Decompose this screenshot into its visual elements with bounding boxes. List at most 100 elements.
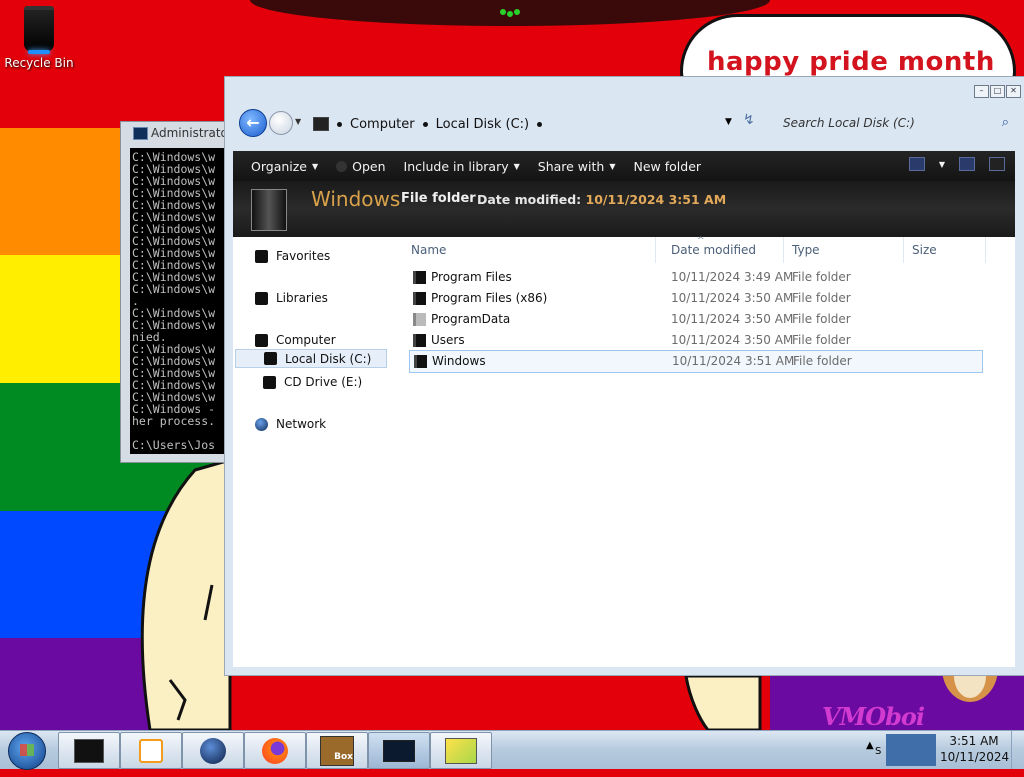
view-options-dropdown[interactable]: ▼ <box>939 160 945 169</box>
network-tray-icon[interactable] <box>886 734 936 766</box>
search-placeholder: Search Local Disk (C:) <box>783 116 915 130</box>
nav-libraries[interactable]: Libraries <box>255 291 328 305</box>
library-icon <box>255 291 268 305</box>
content-pane: Favorites Libraries Computer Local Disk … <box>233 236 1015 667</box>
nav-cd-drive-label: CD Drive (E:) <box>284 375 363 389</box>
column-divider[interactable] <box>903 237 904 263</box>
taskbar-box-button[interactable]: Box <box>306 732 368 769</box>
include-in-library-button[interactable]: Include in library ▼ <box>404 159 520 174</box>
breadcrumb: Computer Local Disk (C:) <box>313 113 543 135</box>
back-button[interactable]: ← <box>239 109 267 137</box>
taskbar-firefox-button[interactable] <box>244 732 306 769</box>
column-header-type[interactable]: Type <box>792 243 820 259</box>
taskbar-media-player-button[interactable] <box>120 732 182 769</box>
nav-local-disk[interactable]: Local Disk (C:) <box>235 349 387 368</box>
clock[interactable]: 3:51 AM 10/11/2024 <box>940 733 1010 765</box>
start-button[interactable] <box>8 732 46 770</box>
file-row[interactable]: Program Files (x86) 10/11/2024 3:50 AM F… <box>409 288 981 309</box>
folder-icon <box>414 355 427 368</box>
chevron-down-icon: ▼ <box>609 161 616 171</box>
clock-date: 10/11/2024 <box>940 750 1010 764</box>
warning-app-icon <box>445 737 477 764</box>
search-icon[interactable]: ⌕ <box>1002 112 1009 134</box>
clock-time: 3:51 AM <box>949 734 999 748</box>
star-icon <box>255 249 268 263</box>
signature-text: VMOboi <box>822 702 925 731</box>
taskbar-cmd-button[interactable] <box>368 732 430 769</box>
banner-text: happy pride month <box>707 47 995 77</box>
recycle-bin[interactable]: Recycle Bin <box>4 6 74 76</box>
nav-local-disk-label: Local Disk (C:) <box>285 351 372 366</box>
chevron-down-icon: ▼ <box>312 161 319 171</box>
taskbar-globe-button[interactable] <box>182 732 244 769</box>
computer-icon <box>255 333 268 347</box>
file-date: 10/11/2024 3:50 AM <box>671 333 794 347</box>
navigation-pane: Favorites Libraries Computer Local Disk … <box>233 237 401 667</box>
file-name: Windows <box>432 354 486 368</box>
folder-icon <box>413 334 426 347</box>
show-desktop-button[interactable] <box>1011 731 1024 769</box>
new-folder-button[interactable]: New folder <box>634 159 702 174</box>
folder-icon <box>413 292 426 305</box>
column-header-name[interactable]: Name <box>411 243 446 259</box>
breadcrumb-separator[interactable] <box>537 121 543 127</box>
help-icon[interactable] <box>989 157 1005 171</box>
nav-favorites[interactable]: Favorites <box>255 249 330 263</box>
file-name: Program Files (x86) <box>431 291 548 305</box>
share-with-button[interactable]: Share with ▼ <box>538 159 616 174</box>
tray-expand-icon[interactable]: ▲ <box>866 740 874 751</box>
breadcrumb-local-disk[interactable]: Local Disk (C:) <box>436 117 529 132</box>
column-divider[interactable] <box>783 237 784 263</box>
nav-cd-drive[interactable]: CD Drive (E:) <box>263 375 362 389</box>
breadcrumb-computer[interactable]: Computer <box>350 117 415 132</box>
file-row[interactable]: ProgramData 10/11/2024 3:50 AM File fold… <box>409 309 981 330</box>
recycle-bin-label: Recycle Bin <box>4 56 74 70</box>
column-divider[interactable] <box>655 237 656 263</box>
network-icon <box>255 417 268 431</box>
taskbar-warning-button[interactable] <box>430 732 492 769</box>
include-in-library-label: Include in library <box>403 158 509 174</box>
search-input[interactable]: Search Local Disk (C:) ⌕ <box>783 112 1013 134</box>
cd-drive-icon <box>263 375 276 389</box>
preview-pane-icon[interactable] <box>959 157 975 171</box>
box-app-icon: Box <box>320 735 354 766</box>
column-header-size[interactable]: Size <box>912 243 937 259</box>
taskbar-explorer-button[interactable] <box>58 732 120 769</box>
file-date: 10/11/2024 3:50 AM <box>671 312 794 326</box>
breadcrumb-separator[interactable] <box>337 121 342 127</box>
file-row[interactable]: Users 10/11/2024 3:50 AM File folder <box>409 330 981 351</box>
nav-favorites-label: Favorites <box>276 249 331 263</box>
folder-icon <box>413 271 426 284</box>
column-divider[interactable] <box>985 237 986 263</box>
file-row-selected[interactable]: Windows 10/11/2024 3:51 AM File folder <box>409 350 983 373</box>
box-app-label: Box <box>334 751 353 762</box>
minimize-button[interactable]: – <box>974 85 989 98</box>
open-button[interactable]: Open <box>336 159 386 174</box>
forward-button[interactable] <box>269 111 293 135</box>
organize-button[interactable]: Organize ▼ <box>251 159 318 174</box>
refresh-icon[interactable]: ↯ <box>743 112 755 128</box>
media-player-icon <box>139 738 163 763</box>
recent-pages-dropdown[interactable]: ▼ <box>295 117 301 126</box>
folder-large-icon <box>251 189 287 231</box>
nav-network[interactable]: Network <box>255 417 326 431</box>
breadcrumb-separator[interactable] <box>422 121 428 127</box>
file-name: ProgramData <box>431 312 511 326</box>
file-type: File folder <box>793 354 852 368</box>
selected-item-type: File folder <box>401 191 476 206</box>
change-view-icon[interactable] <box>908 157 925 171</box>
explorer-window[interactable]: – □ ✕ ← ▼ Computer Local Disk (C:) ▼ ↯ S… <box>224 76 1024 676</box>
date-modified-value: 10/11/2024 3:51 AM <box>585 192 727 207</box>
file-type: File folder <box>792 312 851 326</box>
maximize-button[interactable]: □ <box>990 85 1005 98</box>
selected-item-name: Windows <box>311 187 401 211</box>
file-date: 10/11/2024 3:51 AM <box>672 354 795 368</box>
file-name: Users <box>431 333 465 347</box>
address-dropdown[interactable]: ▼ <box>725 117 732 127</box>
file-row[interactable]: Program Files 10/11/2024 3:49 AM File fo… <box>409 267 981 288</box>
close-button[interactable]: ✕ <box>1006 85 1021 98</box>
selected-item-date: Date modified: 10/11/2024 3:51 AM <box>477 192 726 207</box>
nav-computer[interactable]: Computer <box>255 333 336 347</box>
column-header-date-modified[interactable]: Date modified <box>671 243 756 259</box>
address-bar-row: ← ▼ Computer Local Disk (C:) ▼ ↯ Search … <box>235 107 1015 141</box>
